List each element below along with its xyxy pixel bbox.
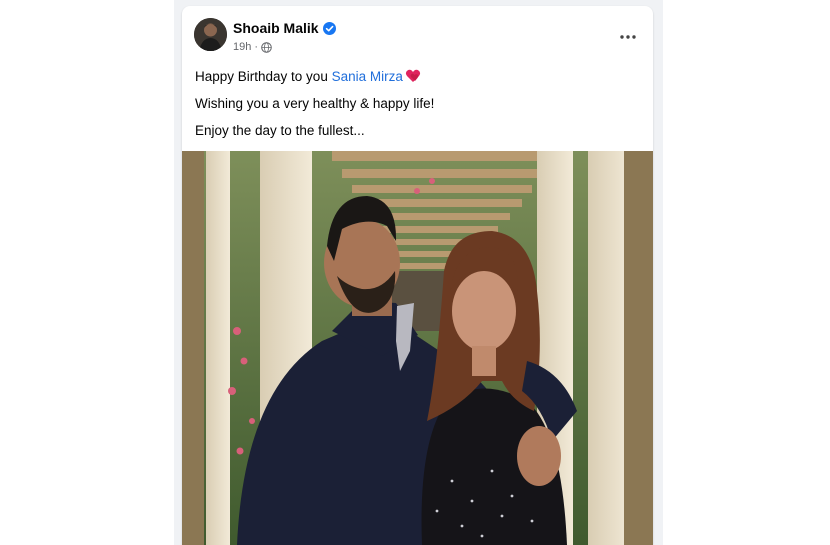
author-name[interactable]: Shoaib Malik	[233, 20, 319, 36]
post-line-2: Wishing you a very healthy & happy life!	[195, 96, 435, 111]
verified-badge-icon	[322, 21, 336, 35]
post-line-1: Happy Birthday to you Sania Mirza	[195, 68, 635, 86]
more-options-icon	[620, 35, 636, 39]
post-time[interactable]: 19h	[233, 41, 251, 53]
post-line-3: Enjoy the day to the fullest...	[195, 123, 365, 138]
author-line: Shoaib Malik	[233, 20, 336, 36]
more-options-button[interactable]	[610, 26, 646, 48]
post-photo[interactable]	[182, 151, 653, 545]
post-message: Happy Birthday to you Sania Mirza Wishin…	[195, 68, 635, 149]
post-meta: 19h ·	[233, 41, 272, 53]
meta-separator: ·	[254, 41, 259, 53]
post-header: Shoaib Malik 19h ·	[182, 6, 653, 66]
birthday-text: Happy Birthday to you	[195, 69, 332, 84]
heart-emoji-icon	[405, 69, 421, 83]
mention-link[interactable]: Sania Mirza	[332, 69, 403, 84]
post-card: Shoaib Malik 19h · Happy Birthday to you…	[182, 6, 653, 545]
author-avatar[interactable]	[194, 18, 227, 51]
globe-icon[interactable]	[261, 41, 272, 53]
